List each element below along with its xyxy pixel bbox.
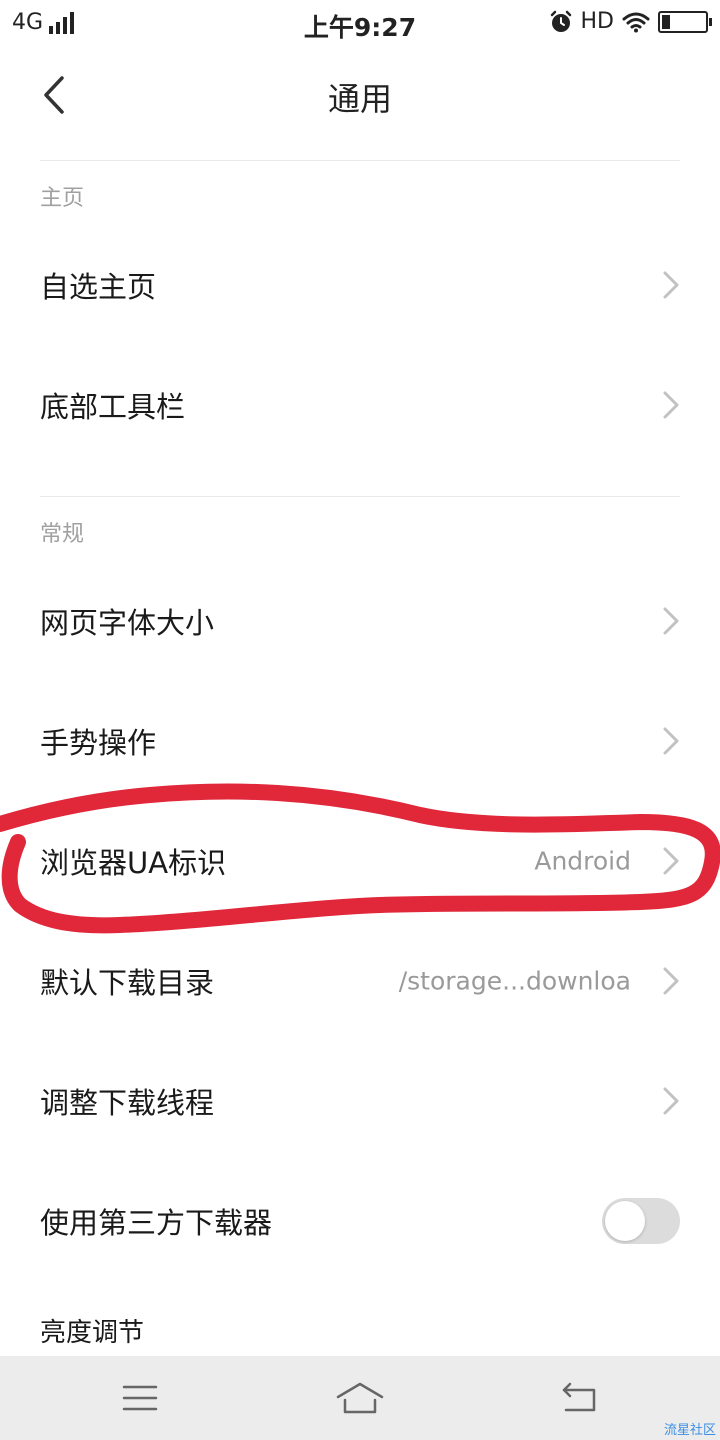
divider — [40, 160, 680, 161]
divider — [40, 496, 680, 497]
chevron-right-icon — [663, 391, 679, 419]
setting-gestures[interactable]: 手势操作 — [0, 681, 720, 801]
setting-brightness[interactable]: 亮度调节 — [40, 1312, 144, 1349]
chevron-right-icon — [663, 967, 679, 995]
watermark: 流星社区 — [663, 1423, 716, 1438]
setting-label: 调整下载线程 — [40, 1086, 215, 1120]
setting-label: 底部工具栏 — [40, 390, 186, 424]
section-title-general: 常规 — [40, 522, 85, 547]
setting-label: 网页字体大小 — [40, 606, 215, 640]
back-nav-button[interactable] — [550, 1370, 610, 1426]
status-bar: 4G 上午9:27 HD — [0, 0, 720, 50]
chevron-right-icon — [663, 727, 679, 755]
menu-icon — [122, 1385, 158, 1411]
setting-label: 默认下载目录 — [40, 966, 215, 1000]
setting-value: /storage...downloa — [398, 966, 631, 996]
setting-download-threads[interactable]: 调整下载线程 — [0, 1041, 720, 1161]
chevron-right-icon — [663, 607, 679, 635]
setting-font-size[interactable]: 网页字体大小 — [0, 561, 720, 681]
status-icons: HD — [549, 9, 712, 34]
back-button[interactable] — [30, 68, 78, 122]
section-title-home: 主页 — [40, 186, 85, 211]
setting-third-party-downloader: 使用第三方下载器 — [0, 1161, 720, 1281]
alarm-icon — [550, 10, 571, 32]
chevron-right-icon — [663, 847, 679, 875]
setting-bottom-toolbar[interactable]: 底部工具栏 — [0, 345, 720, 465]
page-title: 通用 — [327, 80, 392, 118]
setting-value: Android — [534, 846, 631, 876]
wifi-icon — [622, 12, 650, 32]
setting-label: 浏览器UA标识 — [40, 846, 227, 880]
toggle-knob — [605, 1201, 645, 1241]
chevron-right-icon — [663, 271, 679, 299]
setting-label: 手势操作 — [40, 726, 157, 760]
home-button[interactable] — [330, 1370, 390, 1426]
back-icon — [562, 1382, 596, 1412]
battery-icon — [658, 10, 712, 33]
third-party-downloader-toggle[interactable] — [602, 1198, 680, 1244]
chevron-right-icon — [663, 1087, 679, 1115]
menu-button[interactable] — [110, 1370, 170, 1426]
setting-label: 自选主页 — [40, 270, 157, 304]
setting-browser-ua[interactable]: 浏览器UA标识 Android — [0, 801, 720, 921]
setting-label: 使用第三方下载器 — [40, 1206, 273, 1240]
chevron-left-icon — [44, 76, 64, 114]
navigation-bar: 流星社区 — [0, 1356, 720, 1440]
header: 通用 — [0, 50, 720, 140]
hd-indicator: HD — [580, 9, 614, 34]
setting-custom-home[interactable]: 自选主页 — [0, 225, 720, 345]
setting-download-directory[interactable]: 默认下载目录 /storage...downloa — [0, 921, 720, 1041]
home-icon — [336, 1382, 384, 1414]
